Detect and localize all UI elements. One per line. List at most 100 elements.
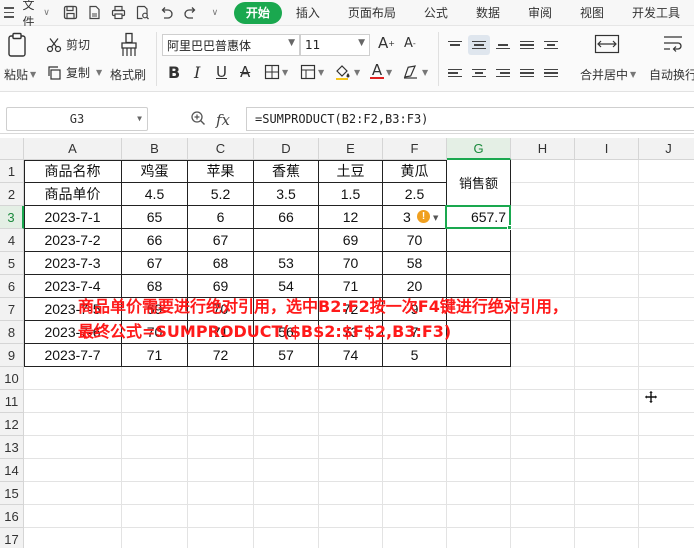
brush-icon[interactable] xyxy=(118,32,140,58)
cell-b4[interactable]: 66 xyxy=(122,229,187,251)
save-icon[interactable] xyxy=(62,4,80,22)
cell-b3[interactable]: 65 xyxy=(122,206,187,228)
row-header-8[interactable]: 8 xyxy=(0,321,24,344)
column-header-g[interactable]: G xyxy=(447,138,511,160)
cell-f2[interactable]: 2.5 xyxy=(383,183,446,205)
cell-a5[interactable]: 2023-7-3 xyxy=(24,252,121,274)
cell-f9[interactable]: 5 xyxy=(383,344,446,366)
row-header-4[interactable]: 4 xyxy=(0,229,24,252)
cell-c4[interactable]: 67 xyxy=(188,229,253,251)
cell-c5[interactable]: 68 xyxy=(188,252,253,274)
error-check-icon[interactable]: ! xyxy=(417,210,430,223)
cell-d3[interactable]: 66 xyxy=(254,206,318,228)
cell-e9[interactable]: 74 xyxy=(319,344,382,366)
paste-icon[interactable] xyxy=(6,32,28,58)
cell-d2[interactable]: 3.5 xyxy=(254,183,318,205)
row-header-9[interactable]: 9 xyxy=(0,344,24,367)
cell-b5[interactable]: 67 xyxy=(122,252,187,274)
column-header-f[interactable]: F xyxy=(383,138,447,160)
cell-a2[interactable]: 商品单价 xyxy=(24,183,121,205)
cell-c1[interactable]: 苹果 xyxy=(188,160,253,182)
cell-d4[interactable] xyxy=(254,229,318,251)
row-header-12[interactable]: 12 xyxy=(0,413,24,436)
tab-developer[interactable]: 开发工具 xyxy=(618,2,694,24)
cell-b9[interactable]: 71 xyxy=(122,344,187,366)
row-header-13[interactable]: 13 xyxy=(0,436,24,459)
align-bottom-icon[interactable] xyxy=(492,35,514,55)
cell-g3[interactable]: 657.7 xyxy=(447,206,510,228)
column-header-a[interactable]: A xyxy=(24,138,122,160)
row-header-17[interactable]: 17 xyxy=(0,528,24,548)
cell-b1[interactable]: 鸡蛋 xyxy=(122,160,187,182)
formula-input[interactable]: =SUMPRODUCT(B2:F2,B3:F3) xyxy=(246,107,694,131)
menu-icon[interactable] xyxy=(4,0,14,26)
cell-d1[interactable]: 香蕉 xyxy=(254,160,318,182)
column-header-c[interactable]: C xyxy=(188,138,254,160)
tab-page-layout[interactable]: 页面布局 xyxy=(334,2,410,24)
chevron-down-icon[interactable]: ∨ xyxy=(206,4,224,22)
row-header-10[interactable]: 10 xyxy=(0,367,24,390)
merge-center-button[interactable]: 合并居中 ▼ xyxy=(580,66,636,83)
column-header-i[interactable]: I xyxy=(575,138,639,160)
font-name-select[interactable]: 阿里巴巴普惠体 ▼ xyxy=(162,34,300,56)
cell-b2[interactable]: 4.5 xyxy=(122,183,187,205)
strikethrough-icon[interactable]: A xyxy=(240,63,250,81)
cell-a9[interactable]: 2023-7-7 xyxy=(24,344,121,366)
row-header-1[interactable]: 1 xyxy=(0,160,24,183)
row-header-3[interactable]: 3 xyxy=(0,206,24,229)
export-pdf-icon[interactable] xyxy=(86,4,104,22)
tab-data[interactable]: 数据 xyxy=(462,2,514,24)
cell-a3[interactable]: 2023-7-1 xyxy=(24,206,121,228)
fill-handle[interactable] xyxy=(507,225,512,230)
cell-e4[interactable]: 69 xyxy=(319,229,382,251)
row-header-6[interactable]: 6 xyxy=(0,275,24,298)
paste-button[interactable]: 粘贴 ▼ xyxy=(4,66,36,83)
cell-a1[interactable]: 商品名称 xyxy=(24,160,121,182)
undo-icon[interactable] xyxy=(158,4,176,22)
cell-e1[interactable]: 土豆 xyxy=(319,160,382,182)
cell-c2[interactable]: 5.2 xyxy=(188,183,253,205)
row-header-11[interactable]: 11 xyxy=(0,390,24,413)
align-right-icon[interactable] xyxy=(492,63,514,83)
copy-button[interactable]: 复制 ▼ xyxy=(46,64,102,81)
row-header-14[interactable]: 14 xyxy=(0,459,24,482)
cell-e3[interactable]: 12 xyxy=(319,206,382,228)
tab-review[interactable]: 审阅 xyxy=(514,2,566,24)
cell-style-icon[interactable]: ▼ xyxy=(300,64,324,80)
tab-formulas[interactable]: 公式 xyxy=(410,2,462,24)
column-header-e[interactable]: E xyxy=(319,138,383,160)
borders-icon[interactable]: ▼ xyxy=(264,64,288,80)
redo-icon[interactable] xyxy=(182,4,200,22)
increase-font-icon[interactable]: A + xyxy=(378,34,395,52)
cell-f5[interactable]: 58 xyxy=(383,252,446,274)
cell-a4[interactable]: 2023-7-2 xyxy=(24,229,121,251)
format-painter-button[interactable]: 格式刷 xyxy=(110,66,146,83)
wrap-text-icon[interactable] xyxy=(662,34,684,54)
fill-color-icon[interactable]: ▼ xyxy=(334,64,360,80)
column-header-j[interactable]: J xyxy=(639,138,694,160)
zoom-icon[interactable] xyxy=(190,110,206,130)
chevron-down-icon[interactable]: ▼ xyxy=(386,68,392,77)
name-box[interactable]: G3 ▼ xyxy=(6,107,148,131)
font-color-icon[interactable]: A xyxy=(370,63,384,79)
align-center-icon[interactable] xyxy=(468,63,490,83)
print-icon[interactable] xyxy=(110,4,128,22)
cell-c9[interactable]: 72 xyxy=(188,344,253,366)
row-header-7[interactable]: 7 xyxy=(0,298,24,321)
wrap-text-button[interactable]: 自动换行 xyxy=(649,66,694,83)
cell-f4[interactable]: 70 xyxy=(383,229,446,251)
bold-icon[interactable]: B xyxy=(168,63,180,82)
cell-c3[interactable]: 6 xyxy=(188,206,253,228)
increase-indent-icon[interactable] xyxy=(540,35,562,55)
function-icon[interactable]: fx xyxy=(216,111,230,129)
merge-center-icon[interactable] xyxy=(594,34,620,54)
tab-insert[interactable]: 插入 xyxy=(282,2,334,24)
align-middle-icon[interactable] xyxy=(468,35,490,55)
cell-e2[interactable]: 1.5 xyxy=(319,183,382,205)
align-left-icon[interactable] xyxy=(444,63,466,83)
column-header-b[interactable]: B xyxy=(122,138,188,160)
cell-d9[interactable]: 57 xyxy=(254,344,318,366)
font-size-select[interactable]: 11 ▼ xyxy=(300,34,370,56)
underline-icon[interactable]: U xyxy=(216,63,227,81)
decrease-indent-icon[interactable] xyxy=(516,35,538,55)
